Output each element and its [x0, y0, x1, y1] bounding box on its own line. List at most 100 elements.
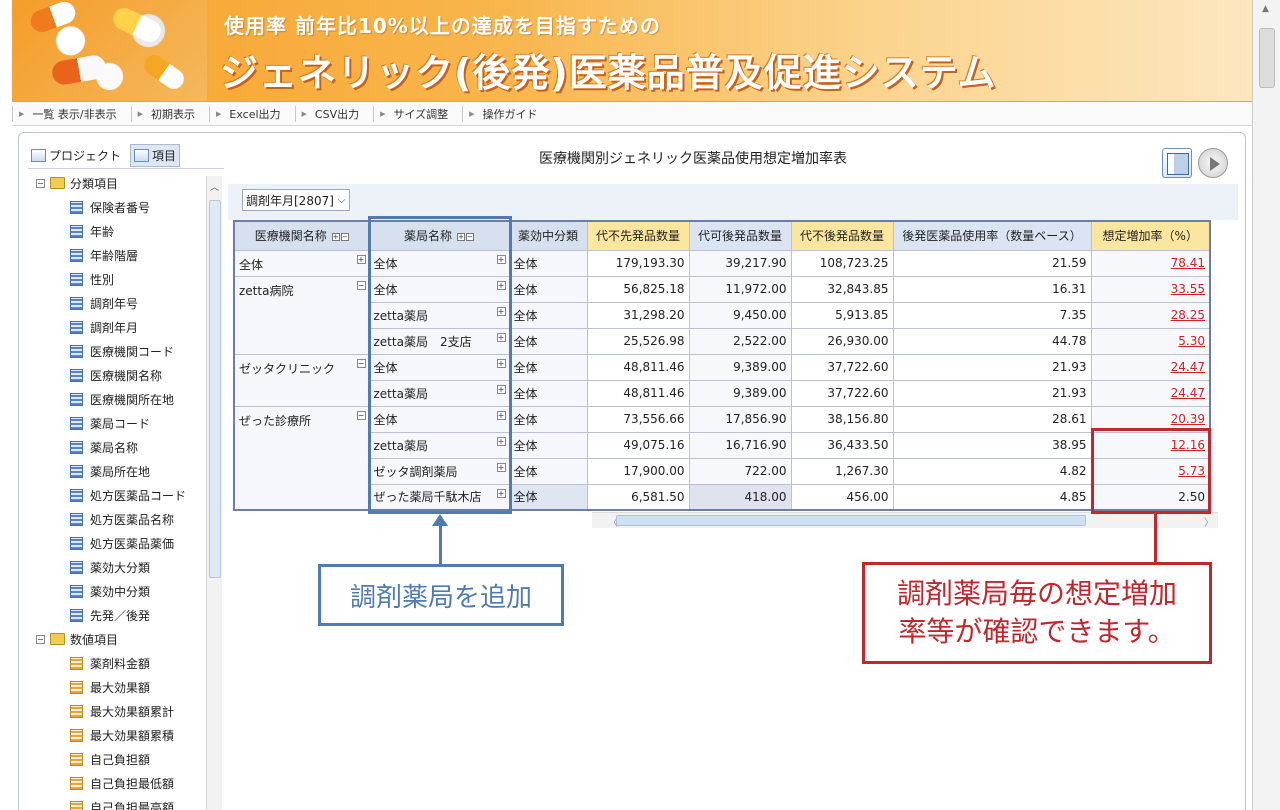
col-header-m1[interactable]: 代不先発品数量: [586, 220, 690, 251]
expand-icon[interactable]: +: [356, 254, 366, 264]
tree-item-dimension[interactable]: 処方医薬品コード: [28, 483, 186, 507]
collapse-icon[interactable]: −: [36, 634, 45, 644]
scroll-up-arrow-icon[interactable]: ▲: [1262, 4, 1269, 14]
tree-item-label: 調剤年号: [90, 296, 139, 311]
rate-cell[interactable]: 33.55: [1090, 275, 1211, 303]
rate-link[interactable]: 5.30: [1178, 334, 1205, 348]
category-cell[interactable]: 全体: [508, 275, 588, 303]
toolbar-size-adjust[interactable]: ▶ サイズ調整: [373, 105, 462, 122]
tree-item-dimension[interactable]: 年齢階層: [28, 243, 138, 267]
tree-group-measures[interactable]: − 数値項目: [28, 627, 118, 651]
col-header-category[interactable]: 薬効中分類: [508, 220, 588, 251]
tree-item-measure[interactable]: 自己負担額: [28, 747, 150, 771]
category-cell[interactable]: 全体: [508, 301, 588, 329]
toolbar-excel-export[interactable]: ▶ Excel出力: [208, 105, 295, 122]
rate-link[interactable]: 33.55: [1171, 282, 1205, 296]
category-cell[interactable]: 全体: [508, 249, 588, 277]
col-header-m3[interactable]: 代不後発品数量: [790, 220, 894, 251]
category-name: 全体: [513, 334, 538, 349]
rate-cell[interactable]: 5.30: [1090, 327, 1211, 355]
project-chart-icon: [31, 148, 46, 162]
col-header-m5[interactable]: 想定増加率（%）: [1090, 220, 1211, 251]
collapse-icon[interactable]: −: [356, 280, 366, 290]
tree-scrollbar[interactable]: ︿: [206, 176, 222, 810]
page-scroll-thumb[interactable]: [1259, 28, 1275, 88]
category-cell[interactable]: 全体: [508, 353, 588, 381]
period-select[interactable]: 調剤年月[2807] ⌵: [242, 189, 350, 211]
tree-scroll-thumb[interactable]: [209, 200, 221, 578]
tree-item-dimension[interactable]: 薬局所在地: [28, 459, 150, 483]
tree-item-dimension[interactable]: 先発／後発: [28, 603, 150, 627]
rate-link[interactable]: 20.39: [1171, 412, 1205, 426]
col-header-m2[interactable]: 代可後発品数量: [688, 220, 792, 251]
tab-items[interactable]: 項目: [130, 143, 181, 167]
rate-cell[interactable]: 24.47: [1090, 379, 1211, 407]
table-hscroll-thumb[interactable]: [616, 515, 1086, 526]
tree-item-dimension[interactable]: 調剤年号: [28, 291, 138, 315]
tree-item-dimension[interactable]: 薬局名称: [28, 435, 138, 459]
rate-cell[interactable]: 24.47: [1090, 353, 1211, 381]
tree-item-label: 処方医薬品コード: [90, 488, 187, 503]
tree-item-measure[interactable]: 薬剤料金額: [28, 651, 150, 675]
tree-item-measure[interactable]: 最大効果額累積: [28, 723, 174, 747]
table-hscrollbar[interactable]: 〈 〉: [592, 512, 1218, 529]
scroll-right-icon[interactable]: 〉: [1204, 514, 1214, 529]
expand-collapse-icon[interactable]: + −: [331, 229, 349, 243]
scroll-up-icon[interactable]: ︿: [210, 180, 219, 193]
tree-item-label: 薬局コード: [90, 416, 151, 431]
tree-group-category[interactable]: − 分類項目: [28, 171, 118, 195]
tree-item-measure[interactable]: 自己負担最低額: [28, 771, 174, 795]
tree-item-dimension[interactable]: 医療機関所在地: [28, 387, 174, 411]
tree-item-dimension[interactable]: 年齢: [28, 219, 114, 243]
tree-item-dimension[interactable]: 医療機関名称: [28, 363, 162, 387]
col-header-clinic[interactable]: 医療機関名称 + −: [233, 220, 370, 251]
tree-item-dimension[interactable]: 医療機関コード: [28, 339, 174, 363]
rate-cell[interactable]: 28.25: [1090, 301, 1211, 329]
toolbar-toggle-list[interactable]: ▶ 一覧 表示/非表示: [12, 105, 131, 122]
clinic-cell[interactable]: zetta病院 −: [233, 275, 370, 355]
category-cell[interactable]: 全体: [508, 457, 588, 485]
tree-item-measure[interactable]: 最大効果額累計: [28, 699, 174, 723]
value-cell: 38.95: [892, 431, 1092, 459]
header-label: 医療機関名称: [254, 229, 327, 244]
tree-item-dimension[interactable]: 性別: [28, 267, 114, 291]
rate-link[interactable]: 24.47: [1171, 386, 1205, 400]
category-cell[interactable]: 全体: [508, 405, 588, 433]
clinic-cell[interactable]: ぜった診療所 −: [233, 405, 370, 511]
dimension-field-icon: [70, 200, 83, 214]
play-icon[interactable]: [1198, 148, 1228, 178]
tree-item-dimension[interactable]: 薬効大分類: [28, 555, 150, 579]
rate-link[interactable]: 24.47: [1171, 360, 1205, 374]
value-cell: 9,450.00: [688, 301, 792, 329]
tree-item-dimension[interactable]: 薬効中分類: [28, 579, 150, 603]
layout-icon[interactable]: [1162, 148, 1192, 178]
tree-item-dimension[interactable]: 保険者番号: [28, 195, 150, 219]
field-tree: − 分類項目 保険者番号 年齢 年齢階層 性別調剤年号調剤年月 医療機関コード 医療機関名称医…: [28, 168, 224, 810]
tree-item-measure[interactable]: 自己負担最高額: [28, 795, 174, 810]
tree-item-dimension[interactable]: 処方医薬品名称: [28, 507, 174, 531]
collapse-icon[interactable]: −: [356, 358, 366, 368]
tree-item-label: 処方医薬品薬価: [90, 536, 175, 551]
clinic-cell[interactable]: 全体 +: [233, 249, 370, 277]
rate-link[interactable]: 78.41: [1171, 256, 1205, 270]
value-cell: 179,193.30: [586, 249, 690, 277]
tree-item-dimension[interactable]: 調剤年月: [28, 315, 138, 339]
col-header-m4[interactable]: 後発医薬品使用率（数量ベース）: [892, 220, 1092, 251]
toolbar-guide[interactable]: ▶ 操作ガイド: [462, 105, 551, 122]
collapse-icon[interactable]: −: [36, 178, 45, 188]
page-scrollbar[interactable]: ▲: [1252, 0, 1280, 810]
toolbar-csv-export[interactable]: ▶ CSV出力: [294, 105, 374, 122]
rate-link[interactable]: 28.25: [1171, 308, 1205, 322]
tree-item-dimension[interactable]: 薬局コード: [28, 411, 150, 435]
tree-item-measure[interactable]: 最大効果額: [28, 675, 150, 699]
toolbar-reset-view[interactable]: ▶ 初期表示: [130, 105, 209, 122]
tree-item-dimension[interactable]: 処方医薬品薬価: [28, 531, 174, 555]
category-cell[interactable]: 全体: [508, 431, 588, 459]
rate-cell[interactable]: 78.41: [1090, 249, 1211, 277]
category-cell[interactable]: 全体: [508, 327, 588, 355]
category-cell[interactable]: 全体: [508, 483, 588, 511]
collapse-icon[interactable]: −: [356, 410, 366, 420]
category-cell[interactable]: 全体: [508, 379, 588, 407]
tab-project[interactable]: プロジェクト: [28, 145, 124, 166]
clinic-cell[interactable]: ゼッタクリニック −: [233, 353, 370, 407]
